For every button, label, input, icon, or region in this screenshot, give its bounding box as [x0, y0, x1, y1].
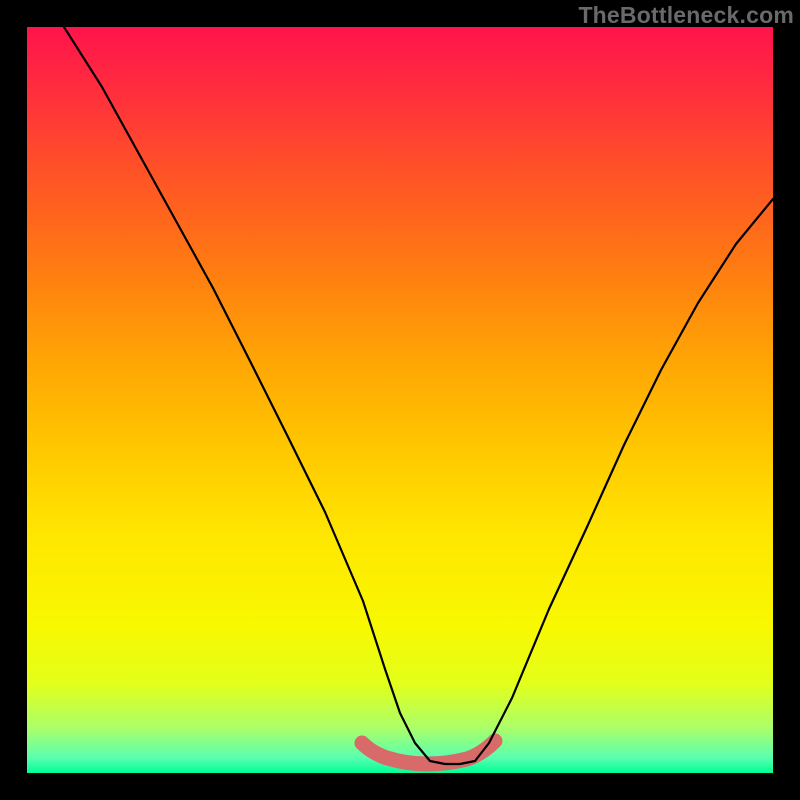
main-curve: [64, 27, 773, 764]
chart-root: TheBottleneck.com: [0, 0, 800, 800]
plot-area: [27, 27, 773, 773]
watermark-text: TheBottleneck.com: [578, 2, 794, 29]
chart-overlay: [27, 27, 773, 773]
